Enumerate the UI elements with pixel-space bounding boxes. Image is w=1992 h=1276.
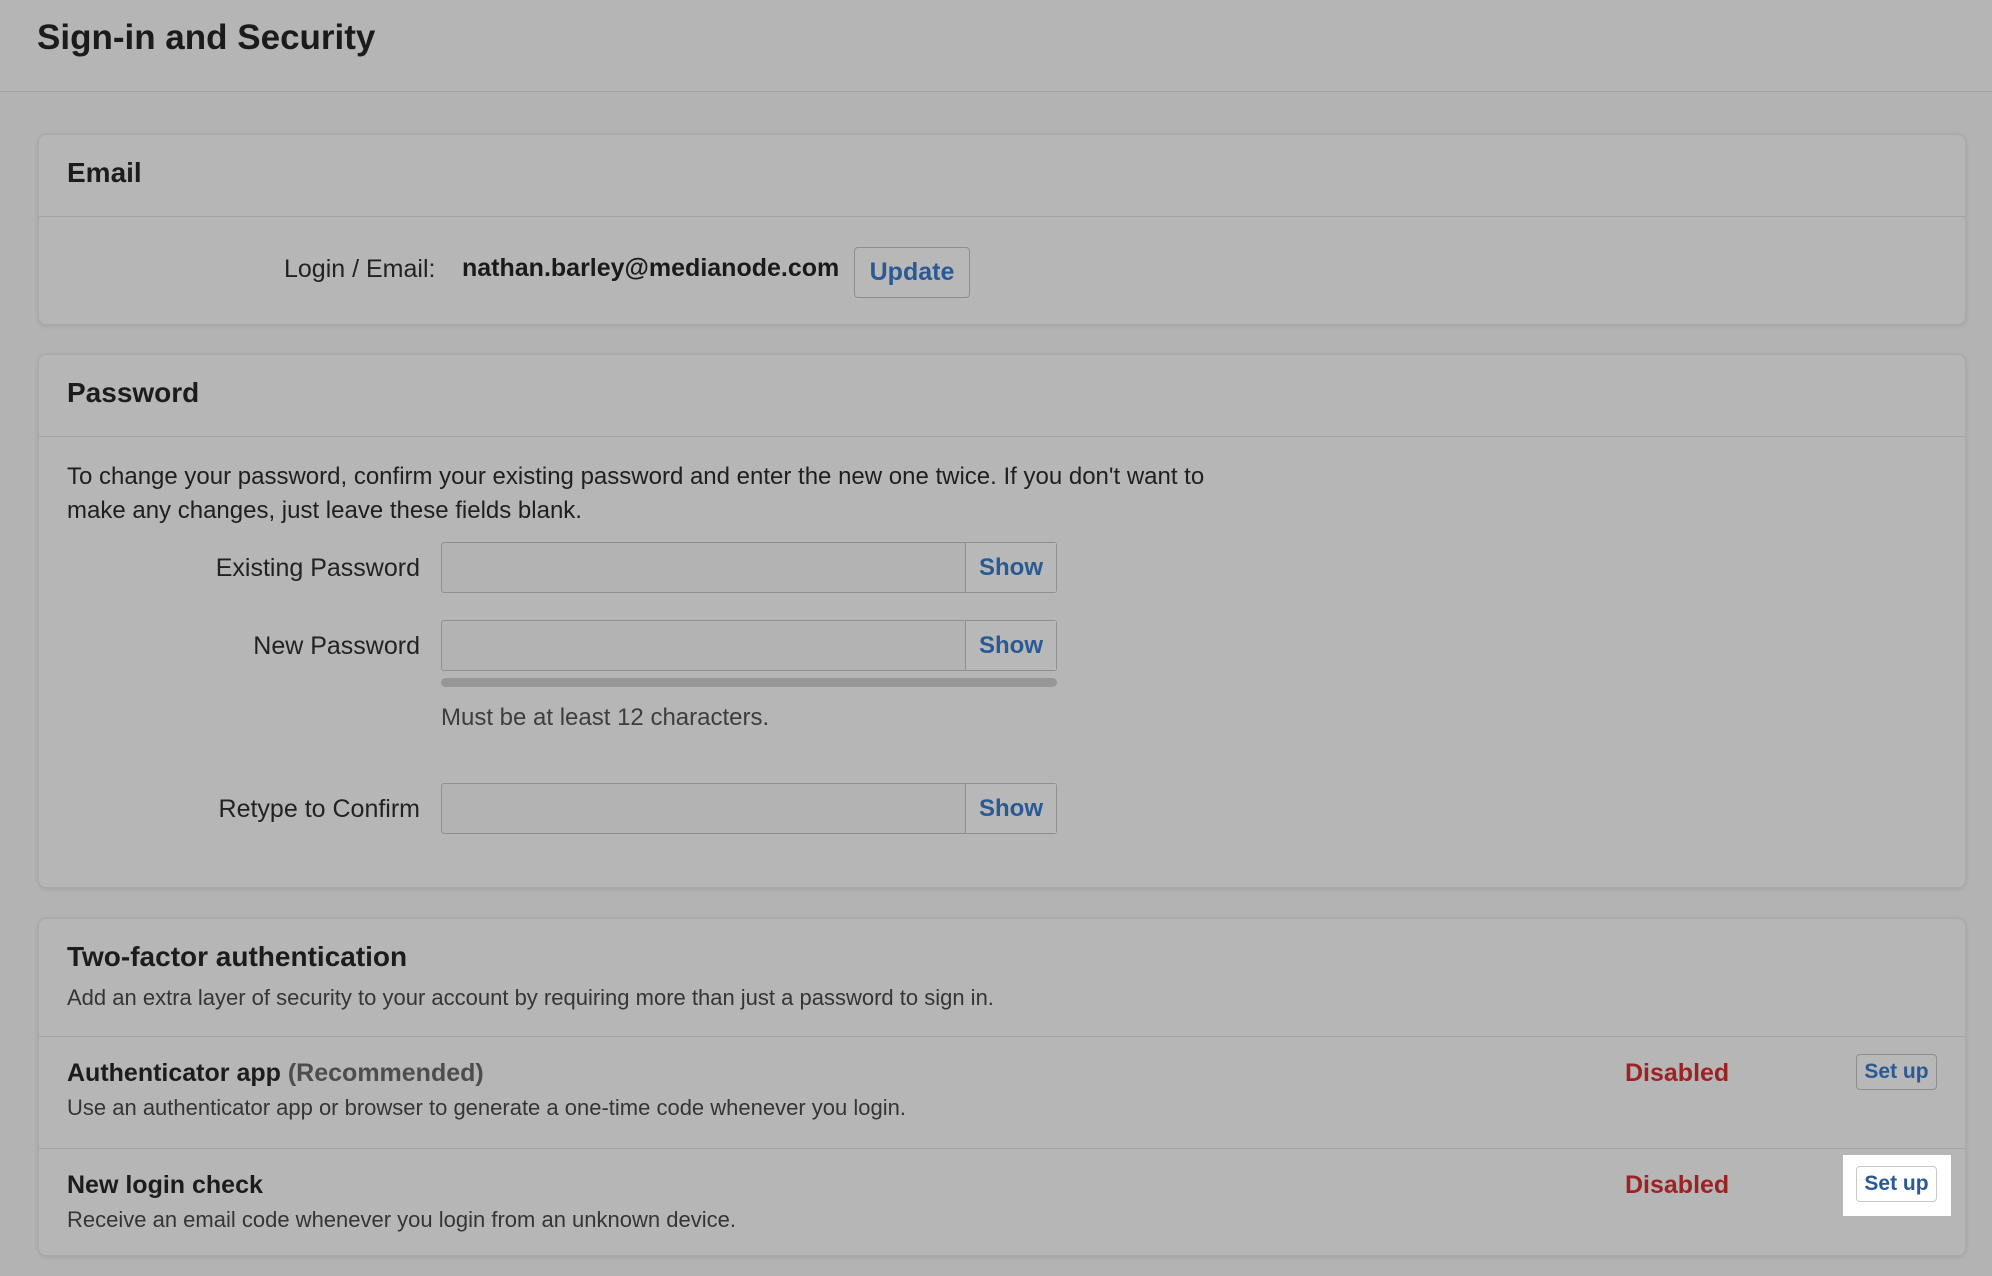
new-login-check-title: New login check	[67, 1171, 263, 1200]
new-password-input[interactable]	[442, 621, 965, 670]
authenticator-app-row: Authenticator app (Recommended) Use an a…	[39, 1037, 1965, 1148]
page-header: Sign-in and Security	[0, 0, 1992, 92]
password-instructions-line-1: To change your password, confirm your ex…	[67, 463, 1205, 490]
two-factor-section-title: Two-factor authentication	[67, 941, 408, 972]
existing-password-show-button[interactable]: Show	[965, 543, 1056, 592]
login-email-label: Login / Email:	[284, 255, 436, 283]
new-login-check-row: New login check Receive an email code wh…	[39, 1148, 1965, 1259]
confirm-password-label: Retype to Confirm	[218, 795, 420, 823]
password-section: Password To change your password, confir…	[38, 354, 1966, 888]
new-login-check-setup-highlight: Set up	[1843, 1155, 1951, 1216]
password-section-header: Password	[39, 355, 1965, 437]
page-title: Sign-in and Security	[37, 18, 376, 57]
authenticator-app-name: Authenticator app	[67, 1059, 281, 1087]
authenticator-app-status: Disabled	[1625, 1059, 1730, 1087]
confirm-password-input[interactable]	[442, 784, 965, 833]
recommended-tag: (Recommended)	[287, 1059, 484, 1087]
update-email-button[interactable]: Update	[854, 247, 970, 298]
password-section-title: Password	[67, 377, 200, 408]
email-section-title: Email	[67, 157, 142, 188]
confirm-password-group: Show	[441, 783, 1057, 834]
new-password-show-button[interactable]: Show	[965, 621, 1056, 670]
new-login-check-setup-button[interactable]: Set up	[1856, 1166, 1937, 1202]
new-login-check-status: Disabled	[1625, 1171, 1730, 1199]
new-login-check-name: New login check	[67, 1171, 263, 1199]
authenticator-app-description: Use an authenticator app or browser to g…	[67, 1095, 906, 1120]
existing-password-label: Existing Password	[215, 554, 420, 582]
two-factor-section: Two-factor authentication Add an extra l…	[38, 918, 1966, 1256]
new-password-group: Show	[441, 620, 1057, 671]
login-email-value: nathan.barley@medianode.com	[462, 254, 840, 282]
two-factor-section-header: Two-factor authentication Add an extra l…	[39, 919, 1965, 1037]
password-strength-meter	[441, 678, 1057, 687]
password-instructions: To change your password, confirm your ex…	[67, 460, 1327, 528]
new-login-check-description: Receive an email code whenever you login…	[67, 1207, 736, 1232]
authenticator-app-setup-button[interactable]: Set up	[1856, 1054, 1937, 1090]
existing-password-group: Show	[441, 542, 1057, 593]
existing-password-input[interactable]	[442, 543, 965, 592]
password-instructions-line-2: make any changes, just leave these field…	[67, 497, 582, 524]
email-section: Email Login / Email: nathan.barley@media…	[38, 134, 1966, 325]
two-factor-description: Add an extra layer of security to your a…	[67, 985, 994, 1010]
authenticator-app-title: Authenticator app (Recommended)	[67, 1059, 484, 1088]
password-length-hint: Must be at least 12 characters.	[441, 704, 770, 731]
email-section-header: Email	[39, 135, 1965, 217]
confirm-password-show-button[interactable]: Show	[965, 784, 1056, 833]
new-password-label: New Password	[253, 632, 420, 660]
